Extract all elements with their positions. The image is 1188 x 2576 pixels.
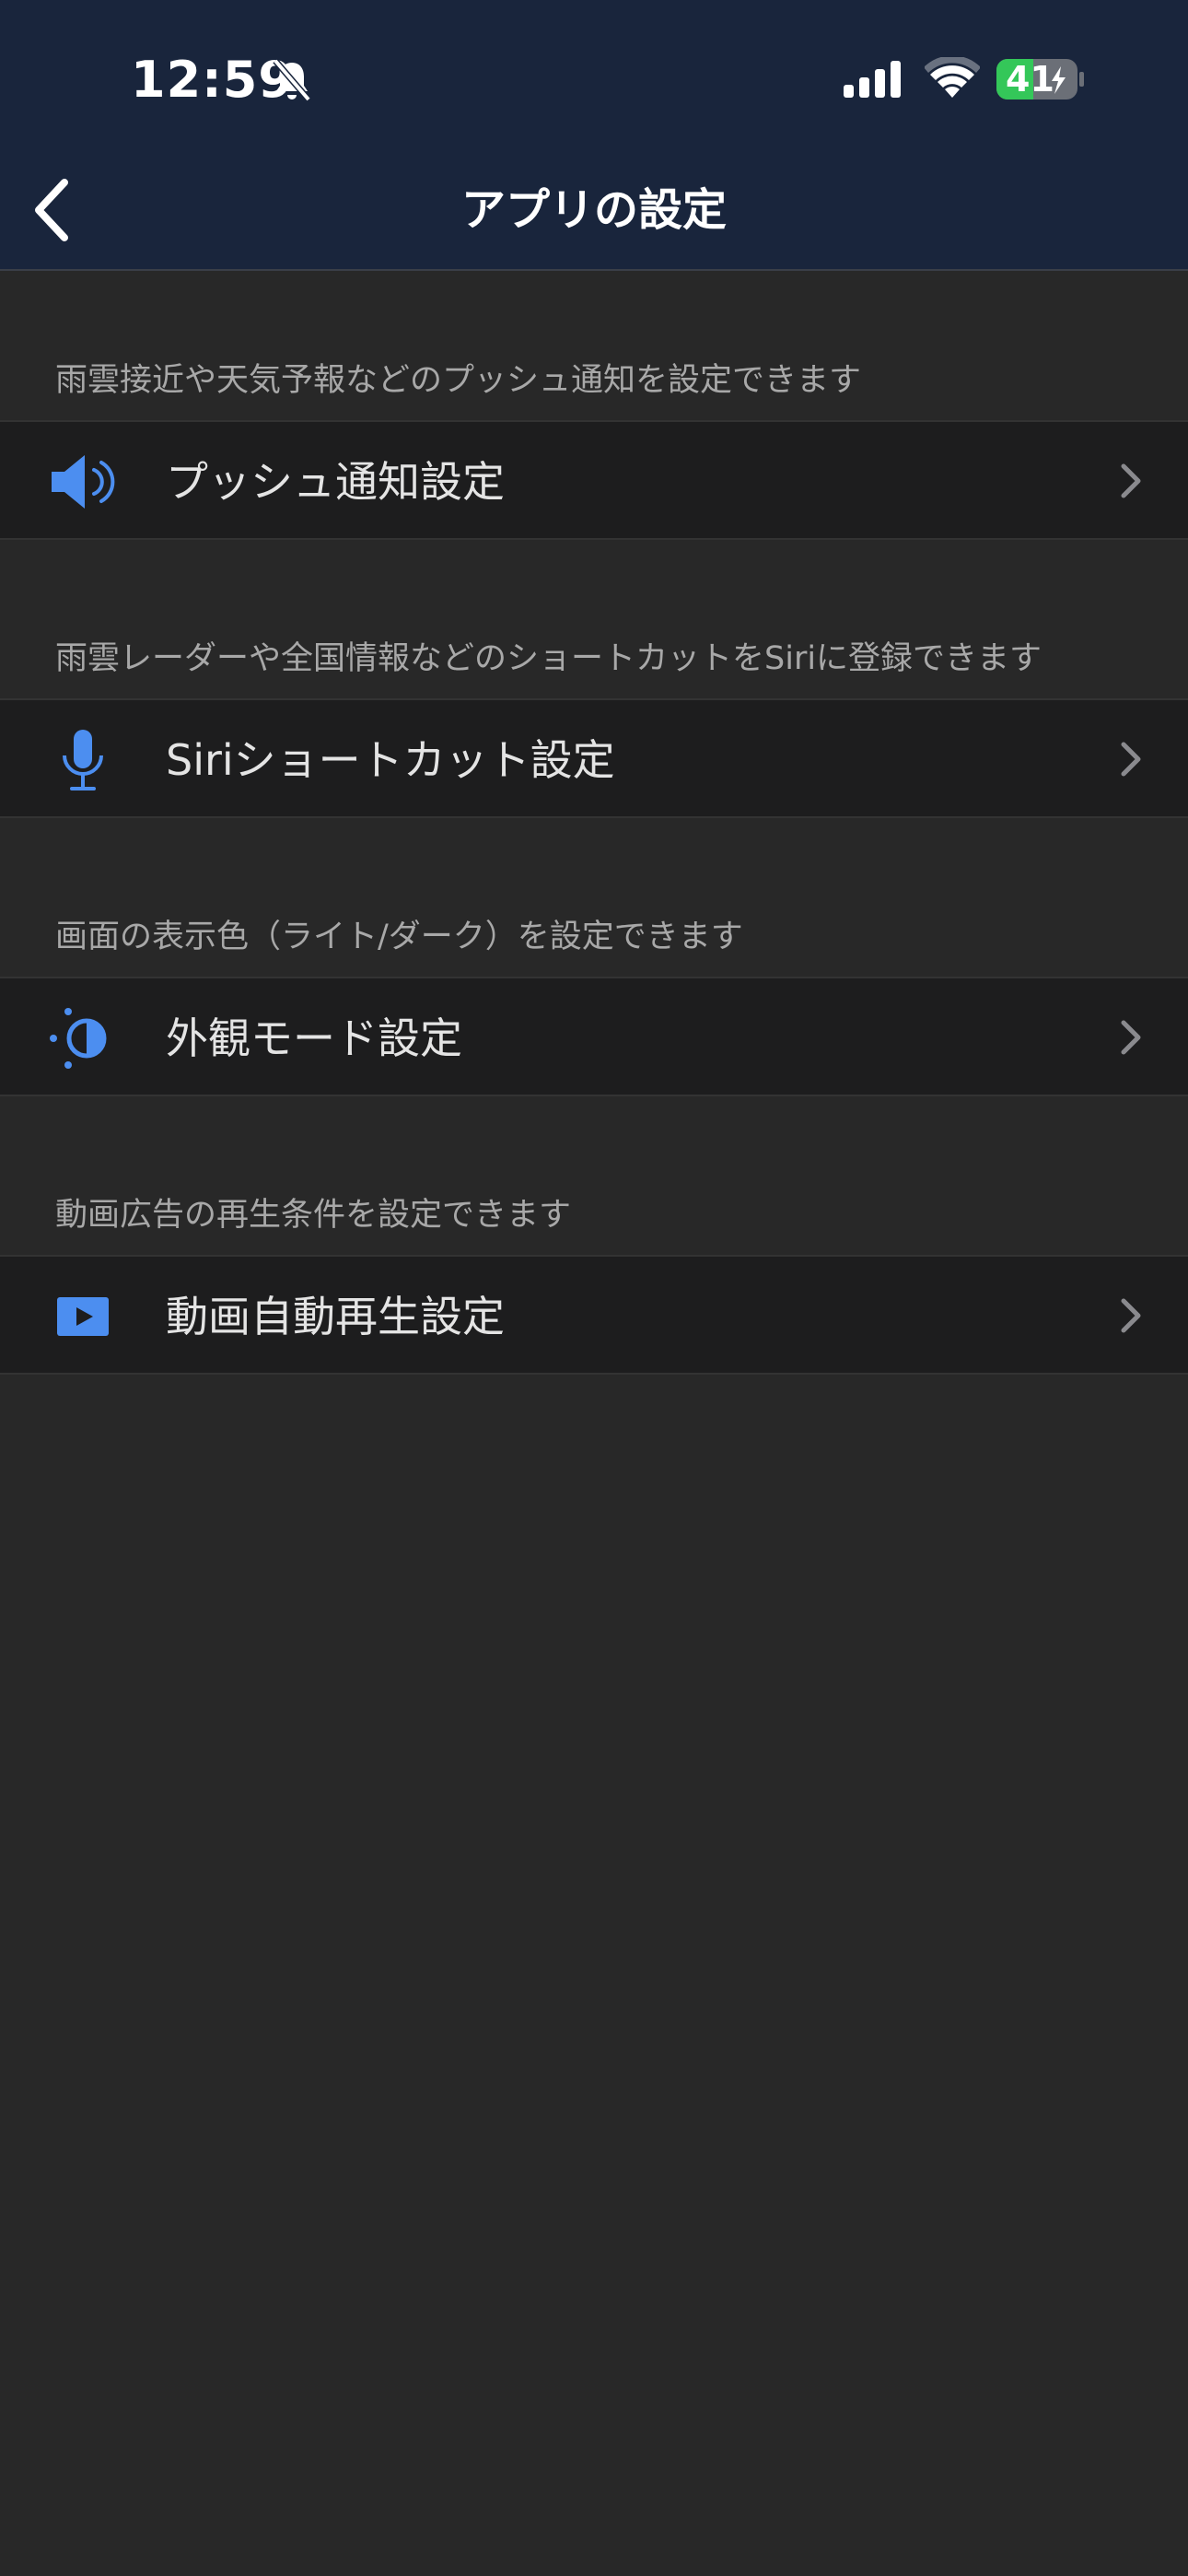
row-label-video: 動画自動再生設定	[166, 1292, 505, 1341]
section-caption-video: 動画広告の再生条件を設定できます	[55, 1197, 572, 1234]
page-title: アプリの設定	[460, 184, 727, 236]
siri-shortcut-settings-row[interactable]: Siriショートカット設定	[0, 698, 1188, 818]
section-caption-push: 雨雲接近や天気予報などのプッシュ通知を設定できます	[55, 362, 862, 399]
section-caption-siri: 雨雲レーダーや全国情報などのショートカットをSiriに登録できます	[55, 640, 1042, 677]
chevron-right-icon	[1121, 463, 1141, 498]
video-autoplay-settings-row[interactable]: 動画自動再生設定	[0, 1255, 1188, 1375]
battery-level: 41	[1006, 59, 1054, 100]
speaker-icon	[52, 455, 115, 509]
microphone-icon	[63, 730, 103, 790]
section-caption-appearance: 画面の表示色（ライト/ダーク）を設定できます	[55, 919, 743, 955]
appearance-mode-settings-row[interactable]: 外観モード設定	[0, 977, 1188, 1096]
bell-muted-icon	[273, 58, 311, 102]
row-label-push: プッシュ通知設定	[166, 457, 505, 507]
row-label-siri: Siriショートカット設定	[166, 735, 615, 785]
chevron-right-icon	[1121, 742, 1141, 777]
chevron-right-icon	[1121, 1298, 1141, 1333]
wifi-icon	[925, 57, 980, 98]
play-icon	[57, 1297, 109, 1336]
row-label-appearance: 外観モード設定	[166, 1013, 462, 1063]
chevron-right-icon	[1121, 1020, 1141, 1055]
cellular-signal-icon	[844, 61, 901, 98]
status-time: 12:59	[131, 51, 294, 109]
navigation-bar: 12:59 41 アプリの設定	[0, 0, 1188, 271]
push-notification-settings-row[interactable]: プッシュ通知設定	[0, 420, 1188, 540]
brightness-icon	[50, 1008, 107, 1069]
